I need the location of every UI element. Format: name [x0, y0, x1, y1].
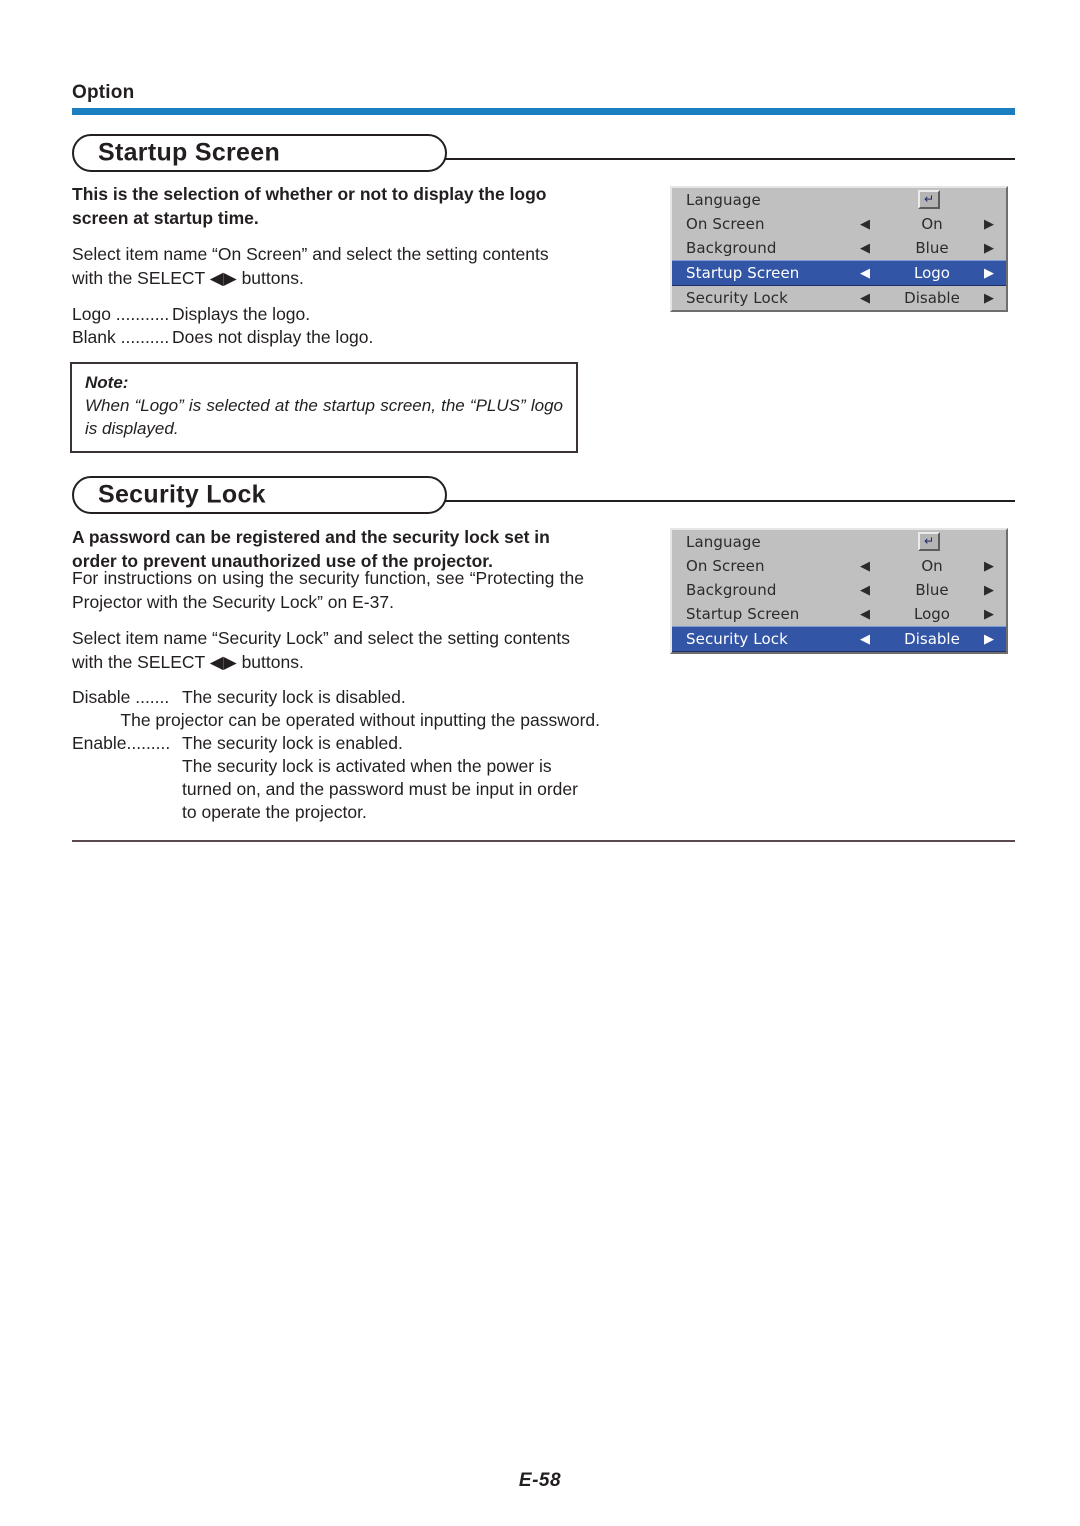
definition-term: Disable .......: [72, 687, 170, 707]
security-lock-instruction-text: Select item name “Security Lock” and sel…: [72, 628, 571, 672]
enter-key-icon[interactable]: ↵: [918, 532, 940, 551]
definition-description: The security lock is disabled.: [182, 687, 406, 707]
content-divider-rule: [72, 840, 1015, 842]
section-heading-startup-screen: Startup Screen: [72, 134, 1015, 172]
arrow-right-icon[interactable]: ▶: [984, 292, 994, 305]
osd-row-background[interactable]: Background ◀ Blue ▶: [672, 236, 1006, 260]
osd-row-label: Background: [686, 239, 777, 257]
note-body-text: When “Logo” is selected at the startup s…: [85, 396, 563, 438]
section-title-label: Startup Screen: [98, 138, 281, 167]
osd-row-value: Disable: [904, 630, 960, 648]
definition-description: The projector can be operated without in…: [120, 710, 600, 730]
section-title-label: Security Lock: [98, 480, 266, 509]
definition-term: [72, 755, 182, 824]
osd-row-label: Language: [686, 191, 761, 209]
osd-row-language[interactable]: Language ↵: [672, 530, 1006, 554]
osd-row-label: On Screen: [686, 215, 765, 233]
startup-screen-intro-text: This is the selection of whether or not …: [72, 184, 547, 228]
osd-row-language[interactable]: Language ↵: [672, 188, 1006, 212]
security-lock-definition-list: Disable ....... The security lock is dis…: [72, 686, 600, 824]
page-category-title: Option: [72, 82, 135, 103]
definition-term: Blank ..........: [72, 327, 170, 347]
section-heading-security-lock: Security Lock: [72, 476, 1015, 514]
osd-menu-security-lock[interactable]: Language ↵ On Screen ◀ On ▶ Background ◀ Blue ▶ St…: [670, 528, 1008, 654]
definition-term: Enable.........: [72, 733, 171, 753]
osd-row-label: Startup Screen: [686, 264, 800, 282]
note-title: Note:: [85, 373, 129, 392]
definition-term: Logo ...........: [72, 304, 170, 324]
arrow-left-icon[interactable]: ◀: [860, 242, 870, 255]
section-heading-pill: Security Lock: [72, 476, 447, 514]
osd-row-background[interactable]: Background ◀ Blue ▶: [672, 578, 1006, 602]
arrow-left-icon[interactable]: ◀: [860, 633, 870, 646]
section-heading-pill: Startup Screen: [72, 134, 447, 172]
definition-term: [72, 709, 120, 732]
arrow-right-icon[interactable]: ▶: [984, 584, 994, 597]
page-number: E-58: [518, 1470, 562, 1491]
arrow-right-icon[interactable]: ▶: [984, 560, 994, 573]
definition-row: Logo ........... Displays the logo.: [72, 303, 592, 326]
enter-key-icon[interactable]: ↵: [918, 190, 940, 209]
osd-row-label: Security Lock: [686, 289, 788, 307]
header-accent-rule: [72, 108, 1015, 115]
arrow-left-icon[interactable]: ◀: [860, 608, 870, 621]
definition-row: The projector can be operated without in…: [72, 709, 600, 732]
document-page: Option Startup Screen This is the select…: [0, 0, 1080, 1526]
arrow-left-icon[interactable]: ◀: [860, 560, 870, 573]
note-box: Note: When “Logo” is selected at the sta…: [70, 362, 578, 453]
arrow-left-icon[interactable]: ◀: [860, 267, 870, 280]
osd-row-label: Background: [686, 581, 777, 599]
definition-description: Displays the logo.: [172, 304, 311, 324]
definition-row: Disable ....... The security lock is dis…: [72, 686, 600, 709]
osd-row-label: Security Lock: [686, 630, 788, 648]
osd-row-value: On: [921, 557, 943, 575]
osd-row-on-screen[interactable]: On Screen ◀ On ▶: [672, 212, 1006, 236]
arrow-right-icon[interactable]: ▶: [984, 267, 994, 280]
osd-row-label: Language: [686, 533, 761, 551]
osd-row-value: Disable: [904, 289, 960, 307]
osd-menu-startup-screen[interactable]: Language ↵ On Screen ◀ On ▶ Background ◀ Blue ▶ St…: [670, 186, 1008, 312]
osd-row-on-screen[interactable]: On Screen ◀ On ▶: [672, 554, 1006, 578]
osd-row-security-lock[interactable]: Security Lock ◀ Disable ▶: [672, 626, 1006, 652]
definition-row: Blank .......... Does not display the lo…: [72, 326, 592, 349]
osd-row-label: On Screen: [686, 557, 765, 575]
definition-description: The security lock is activated when the …: [182, 756, 578, 822]
arrow-right-icon[interactable]: ▶: [984, 218, 994, 231]
arrow-right-icon[interactable]: ▶: [984, 608, 994, 621]
definition-description: The security lock is enabled.: [182, 733, 403, 753]
definition-row: Enable......... The security lock is ena…: [72, 732, 600, 755]
definition-description: Does not display the logo.: [172, 327, 374, 347]
osd-row-value: Blue: [915, 581, 949, 599]
definition-row: The security lock is activated when the …: [72, 755, 600, 824]
osd-row-value: Blue: [915, 239, 949, 257]
osd-row-value: Logo: [914, 605, 950, 623]
security-lock-reference-text: For instructions on using the security f…: [72, 568, 584, 612]
section-heading-tail-line: [442, 500, 1015, 502]
arrow-right-icon[interactable]: ▶: [984, 633, 994, 646]
arrow-right-icon[interactable]: ▶: [984, 242, 994, 255]
startup-screen-instruction-text: Select item name “On Screen” and select …: [72, 244, 549, 288]
arrow-left-icon[interactable]: ◀: [860, 292, 870, 305]
osd-row-security-lock[interactable]: Security Lock ◀ Disable ▶: [672, 286, 1006, 310]
osd-row-value: Logo: [914, 264, 950, 282]
osd-row-startup-screen[interactable]: Startup Screen ◀ Logo ▶: [672, 260, 1006, 286]
startup-screen-definition-list: Logo ........... Displays the logo. Blan…: [72, 303, 592, 349]
section-heading-tail-line: [442, 158, 1015, 160]
osd-row-label: Startup Screen: [686, 605, 800, 623]
osd-row-value: On: [921, 215, 943, 233]
arrow-left-icon[interactable]: ◀: [860, 584, 870, 597]
osd-row-startup-screen[interactable]: Startup Screen ◀ Logo ▶: [672, 602, 1006, 626]
arrow-left-icon[interactable]: ◀: [860, 218, 870, 231]
